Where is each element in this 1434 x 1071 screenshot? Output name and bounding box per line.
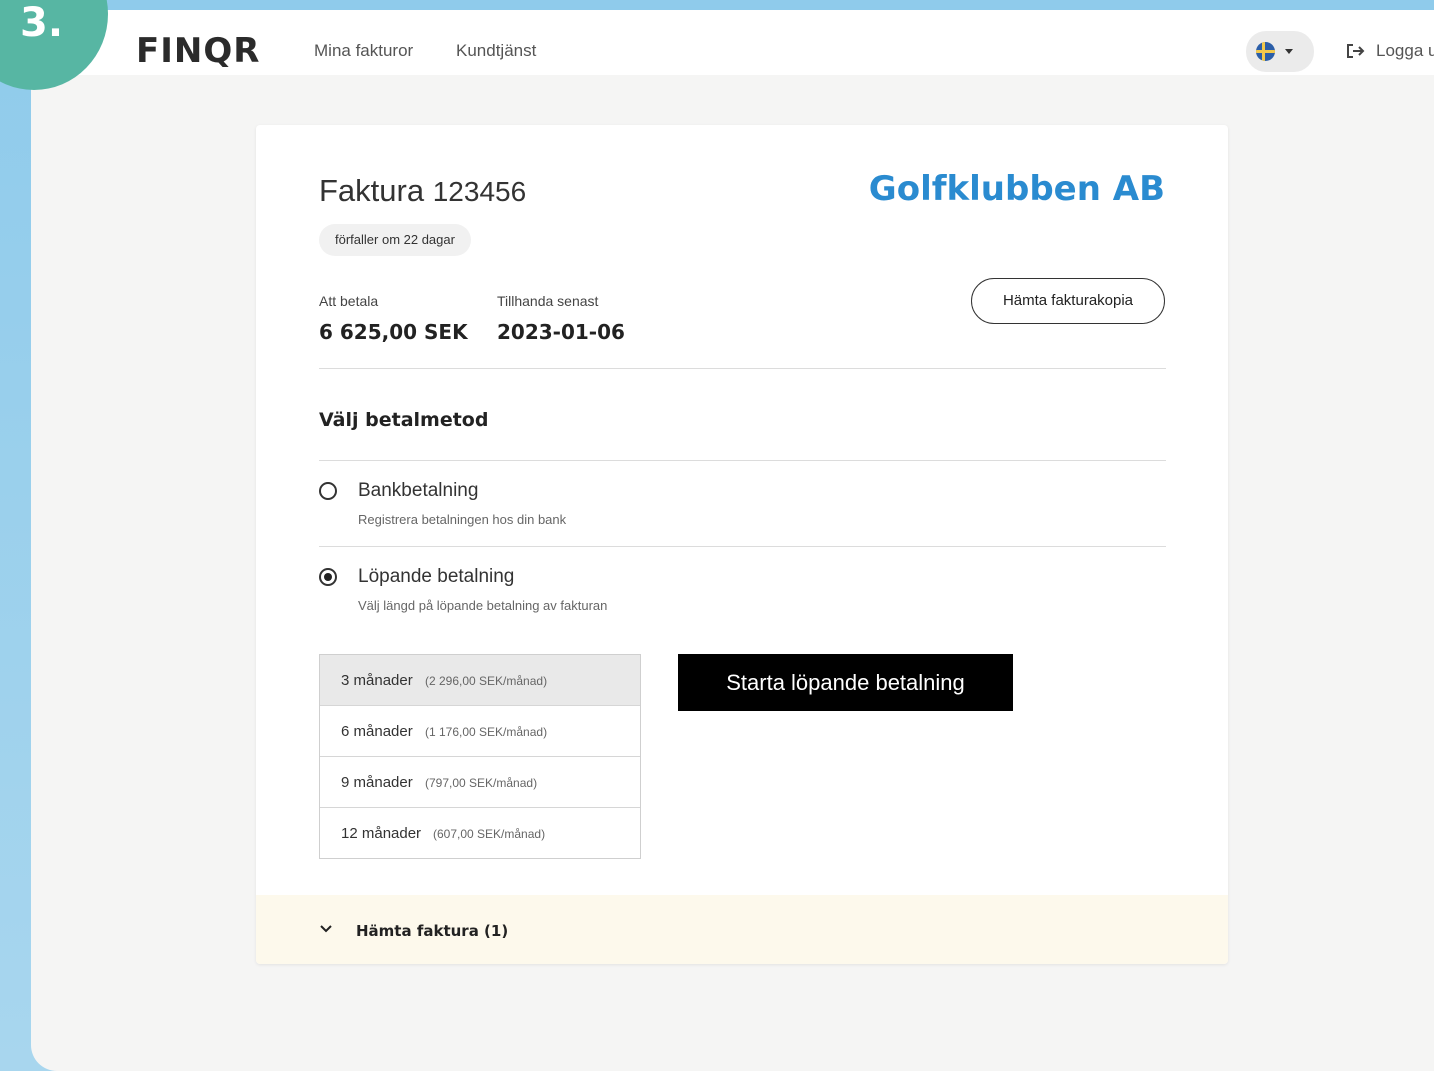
company-name: Golfklubben AB xyxy=(868,169,1165,209)
plan-price: (2 296,00 SEK/månad) xyxy=(425,674,548,688)
finqr-logo[interactable]: FINQR xyxy=(136,32,260,70)
plan-option-12-months[interactable]: 12 månader (607,00 SEK/månad) xyxy=(320,808,640,859)
top-navbar: FINQR Mina fakturor Kundtjänst Logga u xyxy=(31,10,1434,75)
option-bank-payment-label[interactable]: Bankbetalning xyxy=(358,479,478,503)
plan-price: (797,00 SEK/månad) xyxy=(425,776,538,790)
option-installment-label[interactable]: Löpande betalning xyxy=(358,565,514,589)
option-installment-desc: Välj längd på löpande betalning av faktu… xyxy=(358,598,608,613)
invoice-card: Faktura 123456 Golfklubben AB förfaller … xyxy=(256,125,1228,964)
divider xyxy=(319,460,1166,461)
plan-months: 9 månader xyxy=(341,774,413,791)
plan-price: (1 176,00 SEK/månad) xyxy=(425,725,548,739)
deadline-label: Tillhanda senast xyxy=(497,293,599,309)
language-selector[interactable] xyxy=(1246,31,1314,72)
radio-bank-payment[interactable] xyxy=(319,482,337,500)
plan-months: 6 månader xyxy=(341,723,413,740)
divider xyxy=(319,546,1166,547)
invoice-copy-button[interactable]: Hämta fakturakopia xyxy=(971,278,1165,324)
plan-months: 12 månader xyxy=(341,825,422,842)
plan-months: 3 månader xyxy=(341,672,413,689)
due-badge: förfaller om 22 dagar xyxy=(319,224,471,256)
logout-label: Logga u xyxy=(1376,41,1434,60)
radio-installment-payment[interactable] xyxy=(319,568,337,586)
payment-method-title: Välj betalmetod xyxy=(319,409,489,431)
divider xyxy=(319,368,1166,369)
download-invoice-label: Hämta faktura (1) xyxy=(356,922,509,940)
download-invoice-bar[interactable]: Hämta faktura (1) xyxy=(256,895,1228,964)
nav-customer-service[interactable]: Kundtjänst xyxy=(456,40,536,62)
plan-option-9-months[interactable]: 9 månader (797,00 SEK/månad) xyxy=(320,757,640,808)
start-installment-button[interactable]: Starta löpande betalning xyxy=(678,654,1013,711)
installment-plan-list: 3 månader (2 296,00 SEK/månad) 6 månader… xyxy=(319,654,641,859)
amount-value: 6 625,00 SEK xyxy=(319,320,468,344)
invoice-title: Faktura 123456 xyxy=(319,171,526,212)
invoice-title-label: Faktura xyxy=(319,173,425,208)
deadline-value: 2023-01-06 xyxy=(497,320,625,344)
plan-option-6-months[interactable]: 6 månader (1 176,00 SEK/månad) xyxy=(320,706,640,757)
radio-selected-dot xyxy=(324,573,332,581)
nav-my-invoices[interactable]: Mina fakturor xyxy=(314,40,413,62)
option-bank-payment-desc: Registrera betalningen hos din bank xyxy=(358,512,567,527)
chevron-down-icon xyxy=(320,925,332,933)
plan-price: (607,00 SEK/månad) xyxy=(433,827,546,841)
sweden-flag-icon xyxy=(1256,42,1275,61)
invoice-number: 123456 xyxy=(432,176,527,207)
plan-option-3-months[interactable]: 3 månader (2 296,00 SEK/månad) xyxy=(320,655,640,706)
amount-label: Att betala xyxy=(319,293,379,309)
caret-down-icon xyxy=(1285,49,1293,54)
step-number: 3. xyxy=(20,0,64,46)
logout-icon xyxy=(1347,44,1365,58)
